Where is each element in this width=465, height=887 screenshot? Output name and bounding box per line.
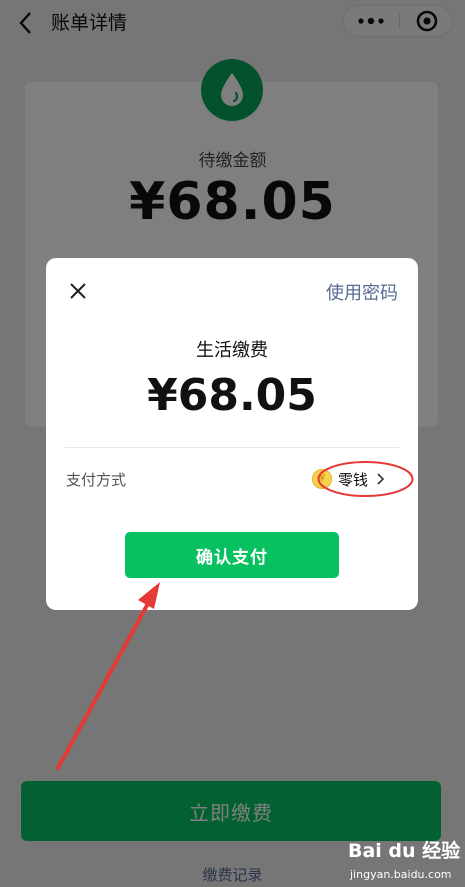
bill-detail-page: 账单详情 待缴金额 ¥68.05 立即缴费 缴费记录 使 <box>0 0 465 887</box>
payment-title: 生活缴费 <box>196 340 268 361</box>
use-password-link[interactable]: 使用密码 <box>326 279 398 305</box>
divider <box>65 447 399 448</box>
close-icon[interactable] <box>67 280 89 302</box>
payment-amount: ¥68.05 <box>147 370 317 421</box>
watermark-brand: Bai du 经验 <box>348 840 461 862</box>
baidu-jingyan-watermark: Bai du 经验 jingyan.baidu.com <box>348 836 460 884</box>
annotation-circle <box>317 461 414 497</box>
watermark-url: jingyan.baidu.com <box>350 868 452 881</box>
confirm-payment-button[interactable]: 确认支付 <box>125 532 339 578</box>
payment-method-label: 支付方式 <box>66 471 127 489</box>
payment-dialog: 使用密码 生活缴费 ¥68.05 支付方式 ¥ 零钱 确认支付 <box>46 258 418 610</box>
